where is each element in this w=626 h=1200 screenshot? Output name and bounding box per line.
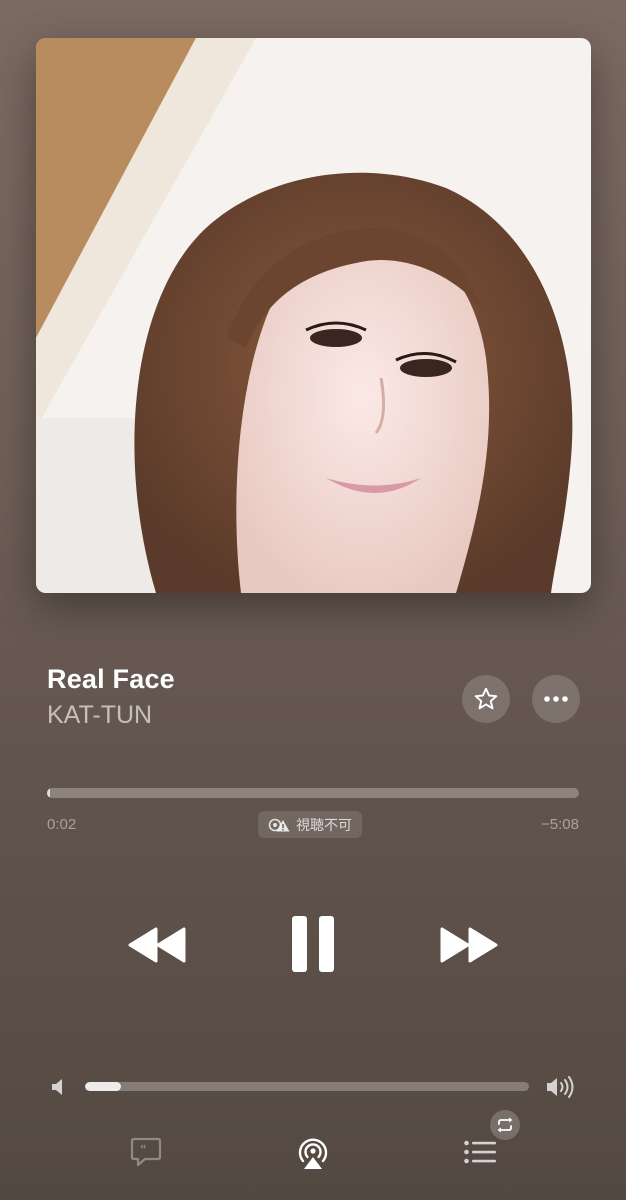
lyrics-button[interactable]: " <box>128 1134 164 1170</box>
song-title: Real Face <box>47 664 175 694</box>
speaker-high-icon <box>547 1076 574 1098</box>
more-options-button[interactable] <box>532 675 580 723</box>
playback-scrubber[interactable] <box>47 788 579 798</box>
airplay-button[interactable] <box>294 1132 332 1172</box>
elapsed-time: 0:02 <box>47 816 77 833</box>
queue-button[interactable] <box>460 1134 500 1170</box>
rewind-icon <box>128 927 186 963</box>
volume-slider[interactable] <box>85 1082 529 1091</box>
rewind-button[interactable] <box>124 920 190 970</box>
star-icon <box>474 687 498 710</box>
repeat-icon <box>497 1117 513 1133</box>
artist-name[interactable]: KAT-TUN <box>47 701 152 730</box>
volume-level-fill <box>85 1082 121 1091</box>
repeat-indicator[interactable] <box>490 1110 520 1140</box>
fast-forward-icon <box>440 927 498 963</box>
lyrics-bubble-icon: " <box>130 1137 162 1167</box>
preview-unavailable-badge: 視聴不可 <box>258 811 362 838</box>
artwork-image <box>36 38 591 593</box>
favorite-button[interactable] <box>462 675 510 723</box>
queue-list-icon <box>464 1140 496 1164</box>
svg-text:": " <box>140 1143 146 1157</box>
remaining-time: −5:08 <box>541 816 579 833</box>
preview-warning-icon <box>268 818 290 831</box>
pause-icon <box>292 916 334 972</box>
fast-forward-button[interactable] <box>436 920 502 970</box>
album-artwork <box>36 38 591 593</box>
airplay-icon <box>298 1138 328 1169</box>
ellipsis-icon <box>544 696 568 702</box>
speaker-low-icon <box>52 1079 62 1095</box>
pause-button[interactable] <box>286 912 340 976</box>
preview-unavailable-label: 視聴不可 <box>296 816 352 833</box>
playback-progress-fill <box>47 788 51 798</box>
